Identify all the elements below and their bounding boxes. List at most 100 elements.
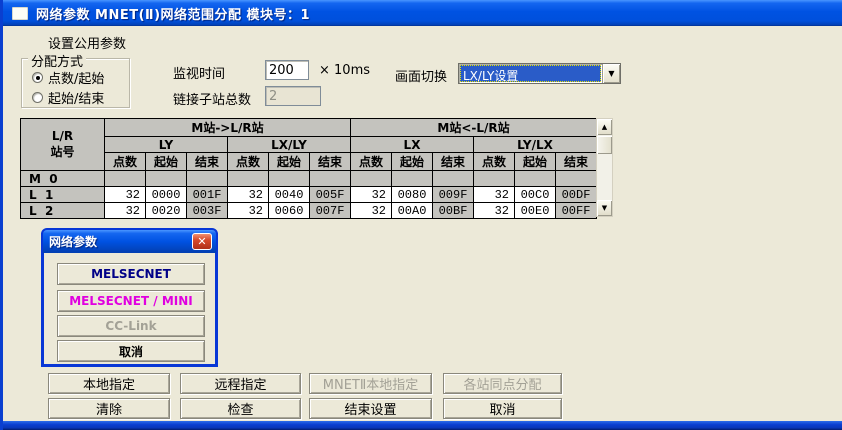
popup-title: 网络参数	[49, 233, 97, 250]
range-cell	[392, 171, 433, 187]
popup-button-melsecnet[interactable]: MELSECNET	[57, 263, 205, 285]
range-cell[interactable]: 32	[228, 187, 269, 203]
command-button-row2-2[interactable]: 检查	[180, 398, 301, 419]
range-cell[interactable]: 32	[474, 187, 515, 203]
range-cell[interactable]: 32	[105, 203, 146, 219]
table-column-header: 结束	[433, 153, 474, 171]
table-column-header: 起始	[146, 153, 187, 171]
link-stations-label: 链接子站总数	[173, 89, 251, 108]
link-stations-input	[265, 86, 321, 106]
range-cell	[351, 171, 392, 187]
range-cell[interactable]: 0020	[146, 203, 187, 219]
range-cell	[146, 171, 187, 187]
table-scrollbar[interactable]: ▲ ▼	[596, 118, 613, 217]
command-button-row2-4[interactable]: 取消	[443, 398, 562, 419]
range-cell[interactable]: 00A0	[392, 203, 433, 219]
radio-icon	[32, 92, 43, 103]
table-column-header: 点数	[351, 153, 392, 171]
table-column-header: 点数	[474, 153, 515, 171]
station-cell: M 0	[21, 171, 105, 187]
station-cell: L 2	[21, 203, 105, 219]
table-group-header: M站->L/R站	[105, 119, 351, 137]
command-button-row2-3[interactable]: 结束设置	[309, 398, 432, 419]
window-bottom-border	[0, 421, 842, 430]
table-column-header: 点数	[228, 153, 269, 171]
window-title: 网络参数 MNET(Ⅱ)网络范围分配 模块号：1	[36, 4, 310, 23]
radio-start-end[interactable]: 起始/结束	[32, 88, 104, 107]
command-button-row2-1[interactable]: 清除	[48, 398, 170, 419]
range-cell[interactable]: 32	[228, 203, 269, 219]
popup-button-cc-link: CC-Link	[57, 315, 205, 337]
range-cell[interactable]: 0000	[146, 187, 187, 203]
popup-button-[interactable]: 取消	[57, 340, 205, 362]
chevron-down-icon[interactable]: ▼	[602, 64, 620, 83]
range-cell: 005F	[310, 187, 351, 203]
range-cell: 00FF	[556, 203, 597, 219]
scrollbar-thumb[interactable]	[597, 136, 612, 154]
table-row: M 0	[21, 171, 597, 187]
table-corner-header: L/R 站号	[21, 119, 105, 171]
title-bar[interactable]: 网络参数 MNET(Ⅱ)网络范围分配 模块号：1	[3, 0, 842, 26]
command-button-row1-1[interactable]: 本地指定	[48, 373, 170, 394]
range-cell[interactable]: 0060	[269, 203, 310, 219]
range-cell	[269, 171, 310, 187]
range-cell[interactable]: 32	[474, 203, 515, 219]
range-cell: 003F	[187, 203, 228, 219]
table-column-header: 起始	[515, 153, 556, 171]
table-column-header: 结束	[556, 153, 597, 171]
table-subgroup-header: LX	[351, 137, 474, 153]
screen-switch-combobox[interactable]: LX/LY设置 ▼	[458, 63, 621, 84]
table-row: L 2320020003F320060007F3200A000BF3200E00…	[21, 203, 597, 219]
range-cell[interactable]: 0040	[269, 187, 310, 203]
table-column-header: 点数	[105, 153, 146, 171]
range-cell: 001F	[187, 187, 228, 203]
scroll-down-icon[interactable]: ▼	[597, 200, 612, 216]
popup-title-bar[interactable]: 网络参数 ✕	[43, 230, 216, 253]
table-subgroup-header: LX/LY	[228, 137, 351, 153]
range-cell	[310, 171, 351, 187]
radio-icon	[32, 72, 43, 83]
range-cell: 007F	[310, 203, 351, 219]
radio-points-start[interactable]: 点数/起始	[32, 68, 104, 87]
range-table: L/R 站号M站->L/R站M站<-L/R站LYLX/LYLXLY/LX点数起始…	[20, 118, 597, 219]
network-parameter-popup: 网络参数 ✕ MELSECNET MELSECNET / MINI CC-Link 取…	[41, 228, 218, 367]
range-cell	[515, 171, 556, 187]
table-column-header: 起始	[392, 153, 433, 171]
command-button-row1-2[interactable]: 远程指定	[180, 373, 301, 394]
table-subgroup-header: LY	[105, 137, 228, 153]
network-range-dialog: 网络参数 MNET(Ⅱ)网络范围分配 模块号：1 设置公用参数 分配方式 点数/…	[0, 0, 842, 430]
range-cell	[433, 171, 474, 187]
monitor-time-input[interactable]	[265, 60, 309, 80]
range-cell[interactable]: 32	[351, 187, 392, 203]
table-column-header: 结束	[187, 153, 228, 171]
range-cell	[187, 171, 228, 187]
monitor-time-label: 监视时间	[173, 63, 225, 82]
range-cell	[105, 171, 146, 187]
range-cell	[228, 171, 269, 187]
allocation-mode-groupbox: 分配方式 点数/起始 起始/结束	[21, 58, 130, 108]
radio-label: 起始/结束	[48, 88, 104, 107]
command-button-row1-3: MNETⅡ本地指定	[309, 373, 432, 394]
range-cell[interactable]: 0080	[392, 187, 433, 203]
scroll-up-icon[interactable]: ▲	[597, 119, 612, 135]
radio-label: 点数/起始	[48, 68, 104, 87]
range-cell[interactable]: 00C0	[515, 187, 556, 203]
range-cell[interactable]: 32	[351, 203, 392, 219]
range-cell	[474, 171, 515, 187]
close-icon[interactable]: ✕	[192, 233, 212, 250]
command-button-row1-4: 各站同点分配	[443, 373, 562, 394]
table-column-header: 起始	[269, 153, 310, 171]
monitor-time-unit: × 10ms	[319, 63, 370, 78]
station-cell: L 1	[21, 187, 105, 203]
range-cell[interactable]: 00E0	[515, 203, 556, 219]
screen-switch-label: 画面切换	[395, 66, 447, 85]
range-cell: 00BF	[433, 203, 474, 219]
table-row: L 1320000001F320040005F320080009F3200C00…	[21, 187, 597, 203]
table-column-header: 结束	[310, 153, 351, 171]
popup-button-melsecnet-mini[interactable]: MELSECNET / MINI	[57, 290, 205, 312]
combobox-selected-value: LX/LY设置	[460, 65, 601, 82]
range-cell[interactable]: 32	[105, 187, 146, 203]
table-subgroup-header: LY/LX	[474, 137, 597, 153]
table-group-header: M站<-L/R站	[351, 119, 597, 137]
window-icon	[12, 7, 28, 20]
